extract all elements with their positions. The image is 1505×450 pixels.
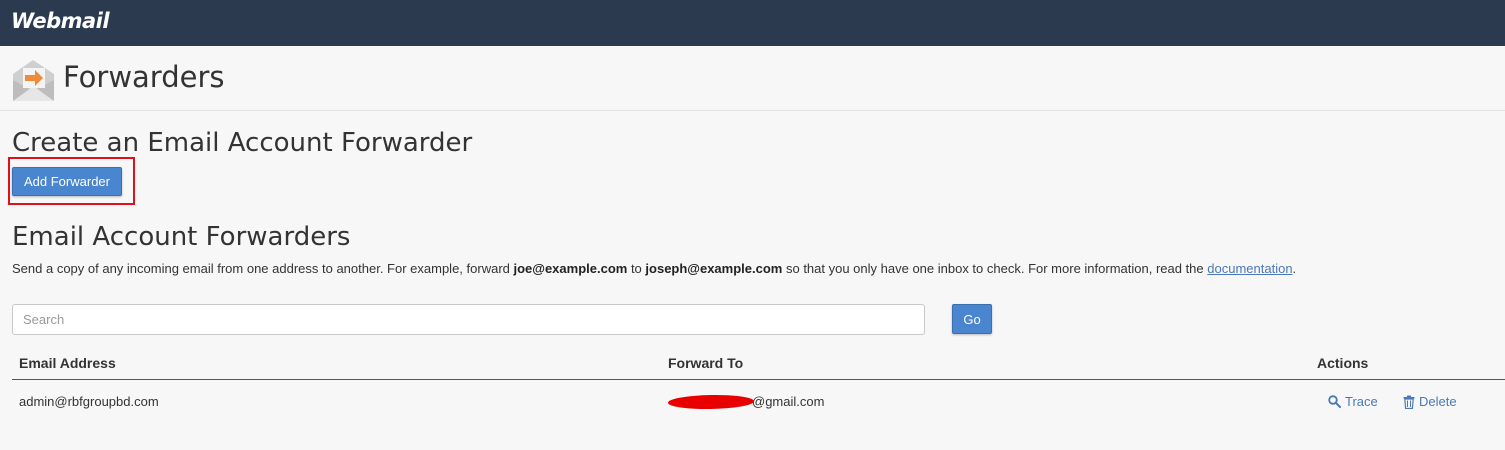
search-icon bbox=[1328, 395, 1341, 408]
page-title: Forwarders bbox=[63, 60, 225, 94]
page-header: Forwarders bbox=[0, 46, 1505, 111]
example-to-address: joseph@example.com bbox=[645, 261, 783, 276]
description-text: Send a copy of any incoming email from o… bbox=[12, 261, 514, 276]
email-forward-icon bbox=[13, 60, 54, 101]
delete-action[interactable]: Delete bbox=[1403, 394, 1457, 409]
search-input[interactable] bbox=[12, 304, 925, 335]
webmail-logo[interactable]: Webmail bbox=[11, 9, 110, 33]
forward-to-address: @gmail.com bbox=[752, 394, 825, 409]
delete-label[interactable]: Delete bbox=[1419, 394, 1457, 409]
row-email-address: admin@rbfgroupbd.com bbox=[19, 394, 159, 409]
column-header-forward-to[interactable]: Forward To bbox=[668, 355, 743, 371]
add-forwarder-button[interactable]: Add Forwarder bbox=[12, 167, 122, 196]
column-header-actions: Actions bbox=[1317, 355, 1369, 371]
documentation-link[interactable]: documentation bbox=[1207, 261, 1292, 276]
description-text: to bbox=[627, 261, 646, 276]
row-forward-to: @gmail.com bbox=[667, 393, 825, 410]
trash-icon bbox=[1403, 395, 1415, 409]
forwarders-description: Send a copy of any incoming email from o… bbox=[12, 261, 1296, 276]
description-text: so that you only have one inbox to check… bbox=[782, 261, 1208, 276]
forwarders-list-heading: Email Account Forwarders bbox=[12, 222, 351, 252]
column-header-email[interactable]: Email Address bbox=[19, 355, 116, 371]
top-bar: Webmail bbox=[0, 0, 1505, 46]
trace-label[interactable]: Trace bbox=[1345, 394, 1378, 409]
description-text: . bbox=[1292, 261, 1297, 276]
go-button[interactable]: Go bbox=[952, 304, 992, 334]
trace-action[interactable]: Trace bbox=[1328, 394, 1378, 409]
table-header-divider bbox=[12, 379, 1505, 380]
example-from-address: joe@example.com bbox=[513, 261, 628, 276]
redaction-mark bbox=[667, 393, 755, 410]
create-forwarder-heading: Create an Email Account Forwarder bbox=[12, 128, 473, 158]
